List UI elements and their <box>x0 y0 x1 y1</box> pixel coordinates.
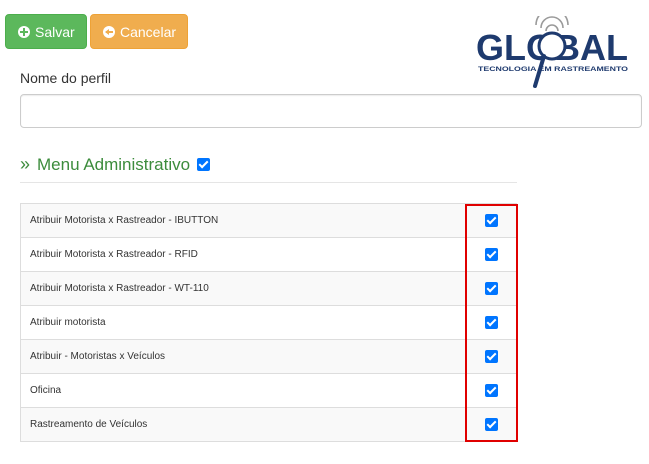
permission-name: Atribuir - Motoristas x Veículos <box>19 339 468 374</box>
section-title: Menu Administrativo <box>37 154 191 174</box>
permission-check-cell <box>466 305 517 340</box>
permission-check-cell <box>466 203 517 238</box>
global-logo: GLOBAL TECNOLOGIA EM RASTREAMENTO <box>476 16 628 88</box>
permission-check-cell <box>466 237 517 272</box>
arrow-left-circle-icon <box>103 25 115 38</box>
permission-name: Atribuir motorista <box>19 305 468 340</box>
permission-name: Atribuir Motorista x Rastreador - RFID <box>19 237 468 272</box>
plus-circle-icon <box>18 25 30 38</box>
table-row: Atribuir Motorista x Rastreador - RFID <box>19 237 517 272</box>
permission-name: Oficina <box>19 373 468 408</box>
permission-name: Atribuir Motorista x Rastreador - WT-110 <box>19 271 468 306</box>
permission-checkbox[interactable] <box>485 384 499 397</box>
section-divider <box>20 182 517 183</box>
save-button[interactable]: Salvar <box>5 14 87 49</box>
permission-check-cell <box>466 407 517 442</box>
permission-name: Atribuir Motorista x Rastreador - IBUTTO… <box>19 203 468 238</box>
section-header: » Menu Administrativo <box>20 154 211 175</box>
logo-tagline: TECNOLOGIA EM RASTREAMENTO <box>478 66 628 73</box>
cancel-button-label: Cancelar <box>120 23 177 40</box>
permission-checkbox[interactable] <box>485 282 499 295</box>
table-row: Atribuir Motorista x Rastreador - IBUTTO… <box>19 203 517 238</box>
permission-checkbox[interactable] <box>485 418 499 431</box>
permission-check-cell <box>466 373 517 408</box>
table-row: Atribuir Motorista x Rastreador - WT-110 <box>19 271 517 306</box>
permission-checkbox[interactable] <box>485 350 499 363</box>
profile-name-input[interactable] <box>20 94 642 128</box>
section-select-all-checkbox[interactable] <box>197 158 211 171</box>
permission-name: Rastreamento de Veículos <box>19 407 468 442</box>
permissions-table: Atribuir Motorista x Rastreador - IBUTTO… <box>19 203 517 442</box>
profile-name-label: Nome do perfil <box>20 70 112 86</box>
permission-checkbox[interactable] <box>485 214 499 227</box>
cancel-button[interactable]: Cancelar <box>90 14 188 49</box>
save-button-label: Salvar <box>35 23 75 40</box>
permission-checkbox[interactable] <box>485 248 499 261</box>
table-row: Atribuir motorista <box>19 305 517 340</box>
permission-checkbox[interactable] <box>485 316 499 329</box>
section-prefix: » <box>20 154 31 174</box>
permission-check-cell <box>466 271 517 306</box>
permission-check-cell <box>466 339 517 374</box>
table-row: Rastreamento de Veículos <box>19 407 517 442</box>
table-row: Oficina <box>19 373 517 408</box>
table-row: Atribuir - Motoristas x Veículos <box>19 339 517 374</box>
